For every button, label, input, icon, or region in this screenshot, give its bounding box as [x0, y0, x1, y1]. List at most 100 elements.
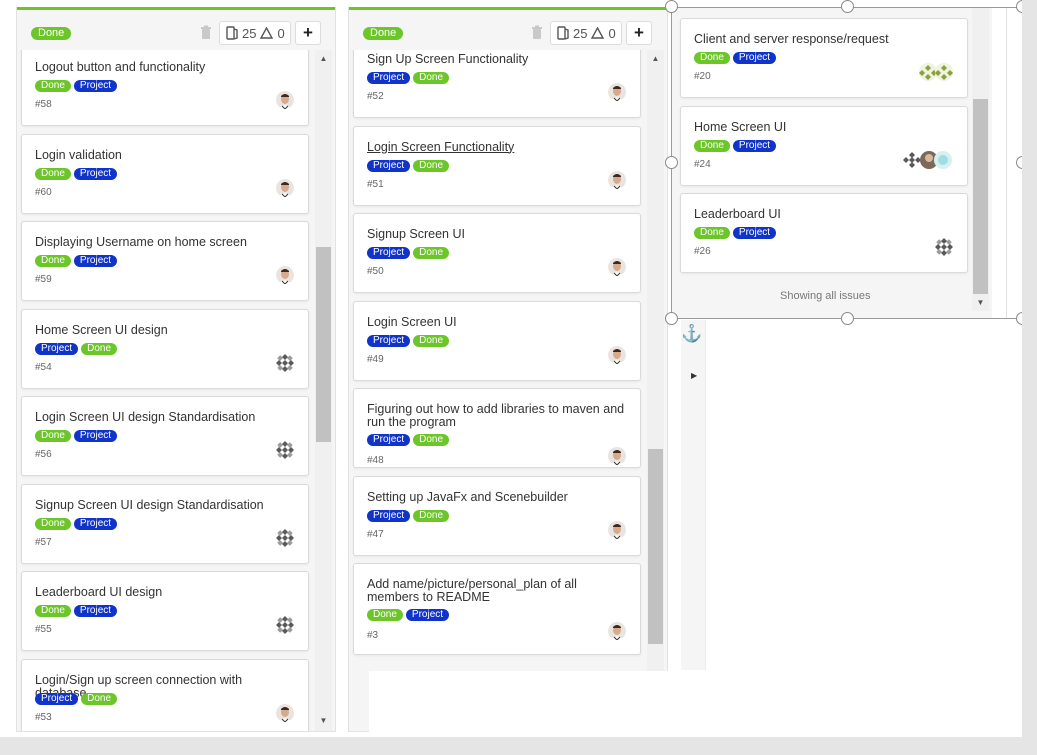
issue-title[interactable]: Figuring out how to add libraries to mav…: [367, 403, 627, 429]
issue-title[interactable]: Login Screen Functionality: [367, 140, 627, 154]
label-done[interactable]: Done: [81, 342, 118, 355]
issue-title[interactable]: Login Screen UI: [367, 315, 627, 329]
label-project[interactable]: Project: [367, 159, 411, 172]
issue-title[interactable]: Sign Up Screen Functionality: [367, 53, 627, 66]
scroll-up-arrow[interactable]: ▲: [315, 50, 332, 67]
label-done[interactable]: Done: [413, 509, 450, 522]
issue-title[interactable]: Setting up JavaFx and Scenebuilder: [367, 490, 627, 504]
label-done[interactable]: Done: [413, 159, 450, 172]
label-project[interactable]: Project: [73, 80, 118, 92]
issue-card[interactable]: Home Screen UI Done Project #24: [680, 105, 968, 186]
resize-handle[interactable]: [665, 156, 678, 169]
label-project[interactable]: Project: [73, 255, 118, 267]
label-done[interactable]: Done: [694, 227, 730, 239]
scroll-down-arrow[interactable]: ▼: [972, 294, 989, 311]
column-scrollbar[interactable]: ▼: [972, 7, 989, 311]
label-project[interactable]: Project: [405, 609, 450, 621]
issue-title[interactable]: Home Screen UI design: [35, 323, 295, 337]
issue-card[interactable]: Logout button and functionality Done Proje…: [21, 50, 309, 126]
issue-title[interactable]: Leaderboard UI: [694, 208, 954, 221]
column-scrollbar[interactable]: ▲: [647, 50, 664, 671]
label-project[interactable]: Project: [367, 434, 411, 446]
label-done[interactable]: Done: [694, 52, 730, 64]
label-project[interactable]: Project: [732, 139, 777, 152]
label-done[interactable]: Done: [413, 247, 450, 259]
resize-handle[interactable]: [665, 0, 678, 13]
label-done[interactable]: Done: [81, 692, 118, 705]
issue-title[interactable]: Home Screen UI: [694, 120, 954, 134]
label-done[interactable]: Done: [35, 517, 71, 530]
assignee-avatar[interactable]: [903, 150, 953, 169]
assignee-avatar[interactable]: [935, 238, 953, 256]
label-project[interactable]: Project: [73, 167, 118, 180]
label-done[interactable]: Done: [35, 255, 71, 267]
label-done[interactable]: Done: [694, 139, 730, 152]
issue-card[interactable]: Sign Up Screen Functionality Project Done #…: [353, 50, 641, 118]
issue-card[interactable]: Signup Screen UI design Standardisation D…: [21, 483, 309, 564]
scrollbar-thumb[interactable]: [973, 99, 988, 294]
label-project[interactable]: Project: [367, 247, 411, 259]
assignee-avatar[interactable]: [276, 353, 294, 372]
assignee-avatar[interactable]: [276, 703, 294, 722]
issue-card[interactable]: Leaderboard UI Done Project #26: [680, 193, 968, 273]
issue-card[interactable]: Displaying Username on home screen Done Pr…: [21, 221, 309, 301]
assignee-avatar[interactable]: [608, 170, 626, 189]
assignee-avatar[interactable]: [608, 520, 626, 539]
issue-card[interactable]: Login/Sign up screen connection with dat…: [21, 658, 309, 731]
label-project[interactable]: Project: [35, 342, 79, 355]
issue-title[interactable]: Displaying Username on home screen: [35, 236, 295, 249]
issue-title[interactable]: Logout button and functionality: [35, 61, 295, 74]
label-project[interactable]: Project: [367, 72, 411, 84]
assignee-avatar[interactable]: [919, 63, 953, 81]
label-project[interactable]: Project: [73, 605, 118, 617]
assignee-avatar[interactable]: [276, 528, 294, 547]
label-done[interactable]: Done: [413, 72, 450, 84]
assignee-avatar[interactable]: [608, 622, 626, 640]
label-project[interactable]: Project: [732, 52, 777, 64]
assignee-avatar[interactable]: [276, 178, 294, 197]
issue-title[interactable]: Login validation: [35, 148, 295, 162]
issue-card[interactable]: Add name/picture/personal_plan of all me…: [353, 563, 641, 655]
issue-title[interactable]: Signup Screen UI: [367, 228, 627, 241]
issue-card[interactable]: Login validation Done Project #60: [21, 133, 309, 214]
assignee-avatar[interactable]: [276, 616, 294, 634]
label-project[interactable]: Project: [367, 509, 411, 522]
issue-card[interactable]: Signup Screen UI Project Done #50: [353, 213, 641, 293]
add-card-button[interactable]: +: [295, 21, 321, 45]
label-project[interactable]: Project: [73, 517, 118, 530]
assignee-avatar[interactable]: [608, 258, 626, 276]
anchor-icon[interactable]: ⚓: [681, 324, 702, 343]
trash-icon[interactable]: [199, 25, 213, 41]
add-card-button[interactable]: +: [626, 21, 652, 45]
assignee-avatar[interactable]: [276, 441, 294, 459]
scroll-up-arrow[interactable]: ▲: [647, 50, 664, 67]
label-done[interactable]: Done: [413, 434, 450, 446]
scroll-down-arrow[interactable]: ▼: [315, 712, 332, 729]
scrollbar-thumb[interactable]: [648, 449, 663, 644]
label-project[interactable]: Project: [732, 227, 777, 239]
label-done[interactable]: Done: [35, 80, 71, 92]
label-done[interactable]: Done: [367, 609, 403, 621]
issue-card[interactable]: Home Screen UI design Project Done #54: [21, 308, 309, 389]
label-project[interactable]: Project: [35, 692, 79, 705]
issue-card[interactable]: Leaderboard UI design Done Project #55: [21, 571, 309, 651]
resize-handle[interactable]: [841, 312, 854, 325]
column-scrollbar[interactable]: ▲ ▼: [315, 50, 332, 731]
issue-title[interactable]: Login Screen UI design Standardisation: [35, 411, 295, 424]
issue-card[interactable]: Login Screen Functionality Project Done #51: [353, 125, 641, 206]
issue-title[interactable]: Client and server response/request: [694, 33, 954, 46]
issue-title[interactable]: Add name/picture/personal_plan of all me…: [367, 578, 627, 604]
issue-title[interactable]: Leaderboard UI design: [35, 586, 295, 599]
issue-card[interactable]: Figuring out how to add libraries to mav…: [353, 388, 641, 468]
issue-title[interactable]: Signup Screen UI design Standardisation: [35, 498, 295, 512]
resize-handle[interactable]: [841, 0, 854, 13]
assignee-avatar[interactable]: [608, 345, 626, 364]
trash-icon[interactable]: [530, 25, 544, 41]
issue-card[interactable]: Login Screen UI design Standardisation Do…: [21, 396, 309, 476]
scrollbar-thumb[interactable]: [316, 247, 331, 442]
resize-handle[interactable]: [665, 312, 678, 325]
label-done[interactable]: Done: [35, 605, 71, 617]
issue-card[interactable]: Login Screen UI Project Done #49: [353, 300, 641, 381]
label-project[interactable]: Project: [367, 334, 411, 347]
label-done[interactable]: Done: [35, 167, 71, 180]
